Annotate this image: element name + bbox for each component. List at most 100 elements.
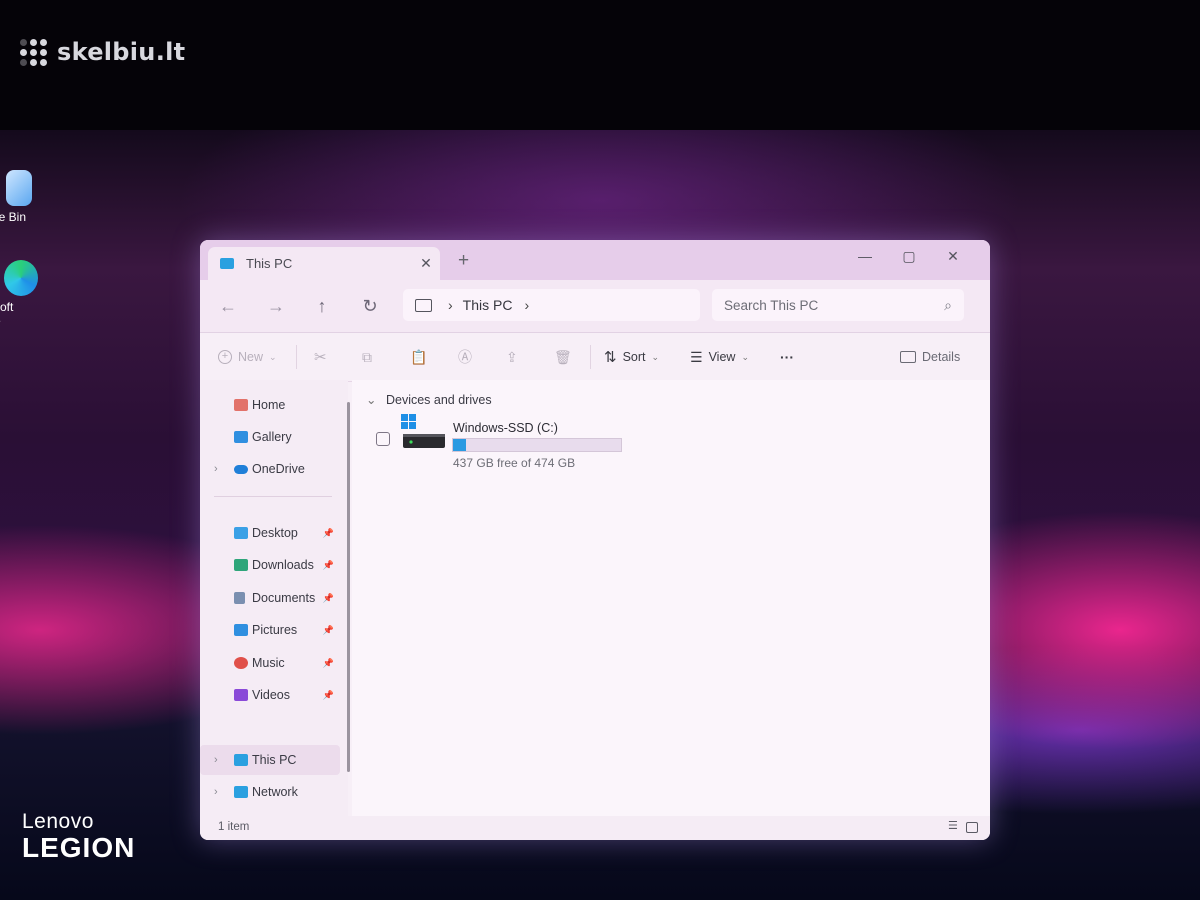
- copy-icon[interactable]: ⧉: [362, 345, 372, 369]
- sidebar-item-label: Network: [252, 785, 298, 799]
- chevron-right-icon[interactable]: ›: [214, 463, 218, 475]
- sidebar-item-label: OneDrive: [252, 462, 305, 476]
- view-button[interactable]: ☰ View ⌄: [690, 345, 749, 369]
- edge-icon: [4, 260, 38, 296]
- sort-icon: ⇅: [604, 349, 617, 366]
- maximize-button[interactable]: ▢: [887, 242, 931, 270]
- sidebar-item-videos[interactable]: Videos 📌: [200, 680, 340, 710]
- gallery-icon: [234, 431, 248, 443]
- sidebar-scrollbar[interactable]: [347, 402, 350, 772]
- brand-line1: Lenovo: [22, 810, 94, 833]
- drive-usage-bar: [452, 438, 622, 452]
- tiles-view-icon[interactable]: [966, 822, 978, 833]
- pictures-icon: [234, 624, 248, 636]
- address-bar[interactable]: › This PC ›: [403, 289, 700, 321]
- recycle-bin-icon: [6, 170, 32, 206]
- select-checkbox[interactable]: [376, 432, 390, 446]
- divider: [590, 345, 591, 369]
- new-tab-button[interactable]: +: [458, 250, 469, 272]
- rename-icon[interactable]: Ⓐ: [458, 345, 472, 369]
- status-bar: 1 item ☰: [200, 816, 990, 840]
- chevron-right-icon[interactable]: ›: [214, 786, 218, 798]
- sidebar-item-label: This PC: [252, 753, 297, 767]
- divider: [296, 345, 297, 369]
- paste-icon[interactable]: 📋: [410, 345, 427, 369]
- brand-line2: LEGION: [22, 832, 136, 863]
- minimize-button[interactable]: —: [843, 242, 887, 270]
- view-list-icon: ☰: [690, 348, 703, 365]
- computer-icon: [234, 754, 248, 766]
- pin-icon: 📌: [322, 657, 334, 668]
- group-header-devices[interactable]: ⌄ Devices and drives: [366, 392, 492, 407]
- pin-icon: 📌: [322, 527, 334, 538]
- pin-icon: 📌: [322, 624, 334, 635]
- search-placeholder: Search This PC: [724, 297, 819, 313]
- sort-button[interactable]: ⇅ Sort ⌄: [604, 345, 659, 369]
- details-view-icon[interactable]: ☰: [948, 820, 960, 832]
- sidebar-item-this-pc[interactable]: › This PC: [200, 745, 340, 775]
- sidebar-item-gallery[interactable]: Gallery: [200, 422, 340, 452]
- breadcrumb-separator[interactable]: ›: [524, 297, 529, 313]
- delete-icon[interactable]: 🗑: [554, 345, 572, 369]
- share-icon[interactable]: ⇪: [506, 345, 518, 369]
- back-button[interactable]: ←: [214, 294, 242, 318]
- network-icon: [234, 786, 248, 798]
- tab-close-icon[interactable]: ✕: [412, 255, 440, 272]
- new-label: New: [238, 350, 264, 364]
- pin-icon: 📌: [322, 592, 334, 603]
- details-pane-button[interactable]: Details: [900, 345, 960, 369]
- forward-button[interactable]: →: [262, 294, 290, 318]
- up-button[interactable]: ↑: [308, 294, 336, 318]
- sidebar-item-label: Music: [252, 656, 285, 670]
- divider: [214, 496, 332, 497]
- sort-label: Sort: [622, 350, 646, 364]
- breadcrumb-separator: ›: [448, 297, 453, 313]
- computer-icon: [220, 258, 234, 269]
- download-icon: [234, 559, 248, 571]
- home-icon: [234, 399, 248, 411]
- command-bar: + New ⌄ ✂ ⧉ 📋 Ⓐ ⇪ 🗑 ⇅ Sort ⌄ ☰ View ⌄ ··…: [200, 333, 990, 382]
- chevron-down-icon: ⌄: [366, 393, 377, 407]
- desktop-icon-edge[interactable]: soft e: [0, 260, 56, 328]
- sidebar-item-network[interactable]: › Network: [200, 777, 340, 807]
- cut-icon[interactable]: ✂: [314, 345, 327, 369]
- chevron-down-icon: ⌄: [269, 351, 277, 362]
- desktop-icon-label: soft e: [0, 300, 14, 328]
- sidebar-item-documents[interactable]: Documents 📌: [200, 583, 340, 613]
- tab-bar: This PC ✕ + — ▢ ✕: [200, 240, 990, 280]
- navigation-pane: Home Gallery › OneDrive Desktop 📌 Downlo…: [200, 380, 348, 816]
- sidebar-item-onedrive[interactable]: › OneDrive: [200, 454, 340, 484]
- sidebar-item-label: Pictures: [252, 623, 298, 637]
- close-button[interactable]: ✕: [931, 242, 975, 270]
- more-options-button[interactable]: ···: [780, 345, 794, 369]
- plus-circle-icon: +: [218, 350, 232, 364]
- new-button[interactable]: + New ⌄: [218, 345, 277, 369]
- view-label: View: [708, 350, 736, 364]
- refresh-button[interactable]: ↻: [356, 294, 384, 318]
- sidebar-item-music[interactable]: Music 📌: [200, 648, 340, 678]
- desktop-icon: [234, 527, 248, 539]
- breadcrumb-this-pc[interactable]: This PC: [463, 297, 513, 313]
- watermark-logo-icon: [20, 38, 47, 66]
- sidebar-item-downloads[interactable]: Downloads 📌: [200, 550, 340, 580]
- sidebar-item-desktop[interactable]: Desktop 📌: [200, 518, 340, 548]
- file-list-pane: ⌄ Devices and drives Windows-SSD (C:) 43…: [352, 380, 990, 816]
- desktop-icon-recycle-bin[interactable]: le Bin: [0, 170, 56, 224]
- chevron-down-icon: ⌄: [651, 351, 660, 362]
- sidebar-item-home[interactable]: Home: [200, 390, 340, 420]
- pin-icon: 📌: [322, 559, 334, 570]
- file-explorer-window: This PC ✕ + — ▢ ✕ ← → ↑ ↻ › This PC › Se…: [200, 240, 990, 840]
- search-input[interactable]: Search This PC ⌕: [712, 289, 964, 321]
- sidebar-item-label: Gallery: [252, 430, 292, 444]
- sidebar-item-pictures[interactable]: Pictures 📌: [200, 615, 340, 645]
- drive-item-c[interactable]: Windows-SSD (C:) 437 GB free of 474 GB: [376, 414, 636, 470]
- computer-icon: [415, 298, 432, 312]
- watermark-text: skelbiu.lt: [57, 38, 186, 66]
- address-bar-row: ← → ↑ ↻ › This PC › Search This PC ⌕: [200, 280, 990, 333]
- sidebar-item-label: Downloads: [252, 558, 314, 572]
- tab-this-pc[interactable]: This PC ✕: [208, 247, 440, 280]
- desktop-icon-label: le Bin: [0, 210, 27, 224]
- item-count: 1 item: [218, 821, 250, 833]
- chevron-right-icon[interactable]: ›: [214, 754, 218, 766]
- details-pane-icon: [900, 351, 916, 363]
